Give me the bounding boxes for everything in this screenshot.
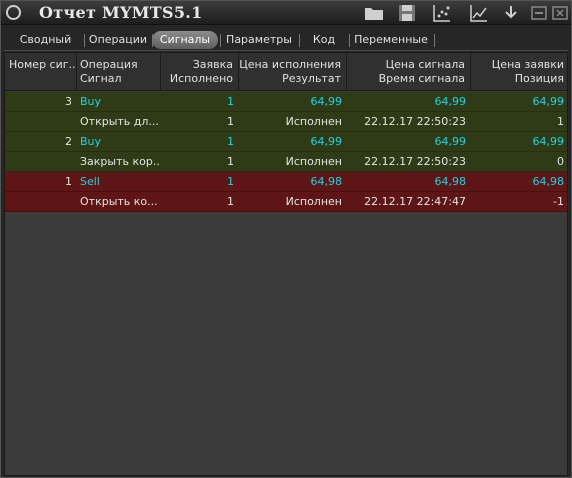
minimize-icon[interactable] [529,3,549,23]
table-row[interactable]: Открыть дл... 1 Исполнен 22.12.17 22:50:… [5,112,567,132]
exec-result: Исполнен [285,115,342,128]
signal-number: 3 [65,95,72,108]
signal-number: 1 [65,175,72,188]
operation: Buy [80,135,102,148]
tab-operations[interactable]: Операции [85,30,151,50]
operation: Открыть дл... [80,115,159,128]
signal-number [5,152,72,171]
operation: Sell [80,175,100,188]
signal-time: 22.12.17 22:50:23 [364,115,466,128]
exec-price: 64,99 [310,95,343,108]
tab-summary[interactable]: Сводный [8,30,83,50]
order-price: 64,99 [532,135,565,148]
exec-price: 64,98 [310,175,343,188]
folder-icon[interactable] [364,3,384,23]
column-signal-price[interactable]: Цена сигнала Время сигнала [347,53,471,91]
order-price: 64,98 [532,175,565,188]
column-signal-number[interactable]: Номер сиг... [5,53,77,91]
table-row[interactable]: Открыть ко... 1 Исполнен 22.12.17 22:47:… [5,192,567,212]
operation: Открыть ко... [80,195,158,208]
table-row[interactable]: 3 Buy 1 64,99 64,99 64,99 [5,92,567,112]
signal-price: 64,99 [434,135,467,148]
position: 1 [557,115,564,128]
exec-result: Исполнен [285,195,342,208]
order: 1 [227,115,234,128]
tab-code[interactable]: Код [300,30,348,50]
exec-result: Исполнен [285,155,342,168]
column-order[interactable]: Заявка Исполнено [161,53,239,91]
signal-price: 64,99 [434,95,467,108]
window-title: Отчет MYMTS5.1 [39,3,203,22]
column-order-price[interactable]: Цена заявки Позиция [471,53,567,91]
order: 1 [227,95,234,108]
report-window: Отчет MYMTS5.1 Сводный Операции Сигналы … [0,0,572,478]
order: 1 [227,135,234,148]
operation: Buy [80,95,102,108]
operation: Закрыть кор... [80,155,160,168]
position: 0 [557,155,564,168]
signal-number [5,192,72,211]
signal-price: 64,98 [434,175,467,188]
tab-parameters[interactable]: Параметры [221,30,297,50]
order: 1 [227,155,234,168]
column-exec-price[interactable]: Цена исполнения Результат [239,53,347,91]
table-header: Номер сиг... Операция Сигнал Заявка Испо… [5,53,567,91]
title-bar: Отчет MYMTS5.1 [1,1,571,25]
download-arrow-icon[interactable] [501,3,521,23]
order-price: 64,99 [532,95,565,108]
table-row[interactable]: 2 Buy 1 64,99 64,99 64,99 [5,132,567,152]
signal-time: 22.12.17 22:47:47 [364,195,466,208]
signals-table: Номер сиг... Операция Сигнал Заявка Испо… [4,52,568,476]
tab-divider [434,34,435,47]
order: 1 [227,195,234,208]
table-row[interactable]: 1 Sell 1 64,98 64,98 64,98 [5,172,567,192]
table-row[interactable]: Закрыть кор... 1 Исполнен 22.12.17 22:50… [5,152,567,172]
signal-time: 22.12.17 22:50:23 [364,155,466,168]
order: 1 [227,175,234,188]
line-chart-icon[interactable] [469,3,489,23]
exec-price: 64,99 [310,135,343,148]
column-operation[interactable]: Операция Сигнал [77,53,161,91]
signal-number [5,112,72,131]
close-icon[interactable] [550,3,570,23]
save-icon[interactable] [397,3,417,23]
app-circle-icon[interactable] [6,5,21,20]
tab-signals[interactable]: Сигналы [152,31,218,49]
scatter-chart-icon[interactable] [432,3,452,23]
tab-bar: Сводный Операции Сигналы Параметры Код П… [4,30,568,51]
position: -1 [553,195,564,208]
signal-number: 2 [65,135,72,148]
tab-variables[interactable]: Переменные [350,30,432,50]
